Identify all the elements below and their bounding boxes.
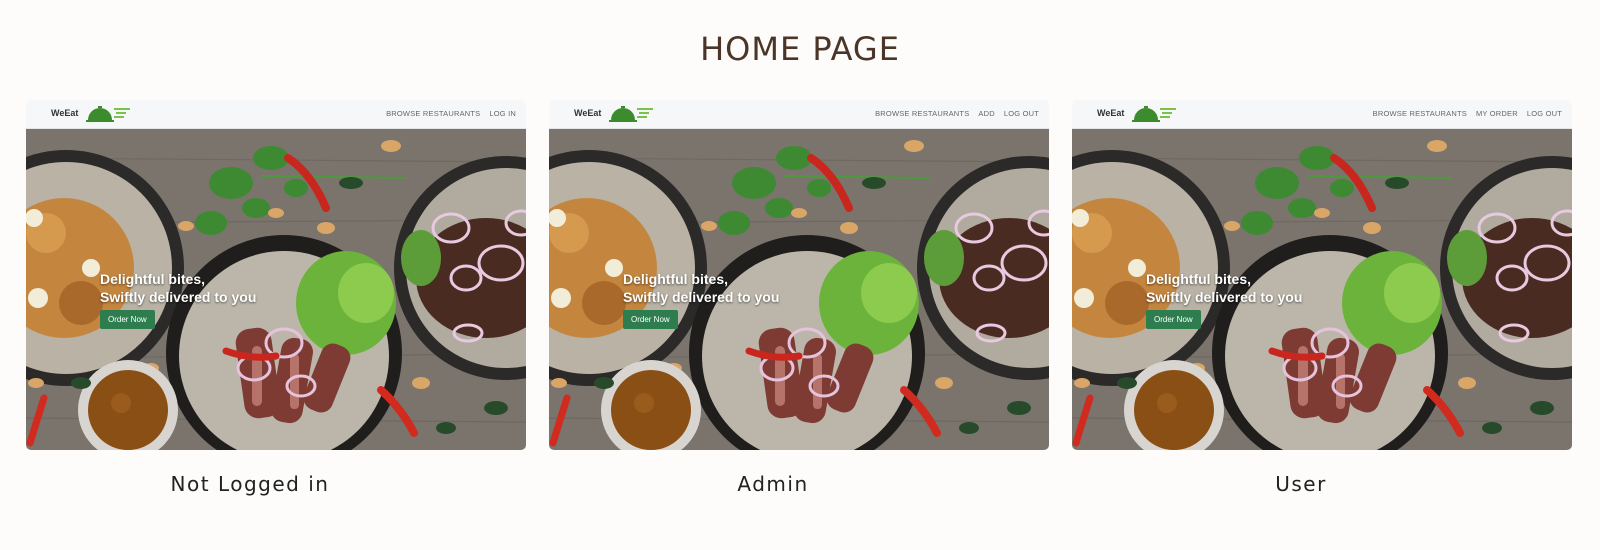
page-title: HOME PAGE	[700, 30, 900, 68]
order-now-button[interactable]: Order Now	[1146, 310, 1201, 329]
hero-line-2: Swiftly delivered to you	[100, 289, 257, 305]
hero-heading: Delightful bites, Swiftly delivered to y…	[623, 270, 779, 306]
navbar: WeEat BROWSE RESTAURANTS MY ORDER LOG OU…	[1072, 100, 1572, 129]
screenshot-admin: WeEat BROWSE RESTAURANTS ADD LOG OUT Del…	[549, 100, 1049, 450]
nav-add[interactable]: ADD	[978, 109, 994, 118]
nav-log-in[interactable]: LOG IN	[489, 109, 516, 118]
navbar: WeEat BROWSE RESTAURANTS LOG IN	[26, 100, 526, 129]
logo-icon	[1132, 106, 1176, 122]
caption-not-logged-in: Not Logged in	[170, 472, 330, 496]
nav-browse-restaurants[interactable]: BROWSE RESTAURANTS	[1373, 109, 1467, 118]
hero-line-1: Delightful bites,	[1146, 271, 1251, 287]
brand-name[interactable]: WeEat	[574, 108, 601, 118]
nav-browse-restaurants[interactable]: BROWSE RESTAURANTS	[386, 109, 480, 118]
hero-line-2: Swiftly delivered to you	[1146, 289, 1303, 305]
nav-log-out[interactable]: LOG OUT	[1527, 109, 1562, 118]
screenshot-not-logged-in: WeEat BROWSE RESTAURANTS LOG IN Delightf…	[26, 100, 526, 450]
order-now-button[interactable]: Order Now	[623, 310, 678, 329]
brand-name[interactable]: WeEat	[51, 108, 78, 118]
logo-icon	[609, 106, 653, 122]
nav-log-out[interactable]: LOG OUT	[1004, 109, 1039, 118]
navbar: WeEat BROWSE RESTAURANTS ADD LOG OUT	[549, 100, 1049, 129]
hero-line-1: Delightful bites,	[100, 271, 205, 287]
screenshot-user: WeEat BROWSE RESTAURANTS MY ORDER LOG OU…	[1072, 100, 1572, 450]
hero-heading: Delightful bites, Swiftly delivered to y…	[100, 270, 256, 306]
nav-browse-restaurants[interactable]: BROWSE RESTAURANTS	[875, 109, 969, 118]
caption-user: User	[1275, 472, 1327, 496]
hero-line-2: Swiftly delivered to you	[623, 289, 780, 305]
logo-icon	[86, 106, 130, 122]
hero-heading: Delightful bites, Swiftly delivered to y…	[1146, 270, 1302, 306]
caption-admin: Admin	[737, 472, 809, 496]
brand-name[interactable]: WeEat	[1097, 108, 1124, 118]
hero-line-1: Delightful bites,	[623, 271, 728, 287]
order-now-button[interactable]: Order Now	[100, 310, 155, 329]
nav-my-order[interactable]: MY ORDER	[1476, 109, 1518, 118]
